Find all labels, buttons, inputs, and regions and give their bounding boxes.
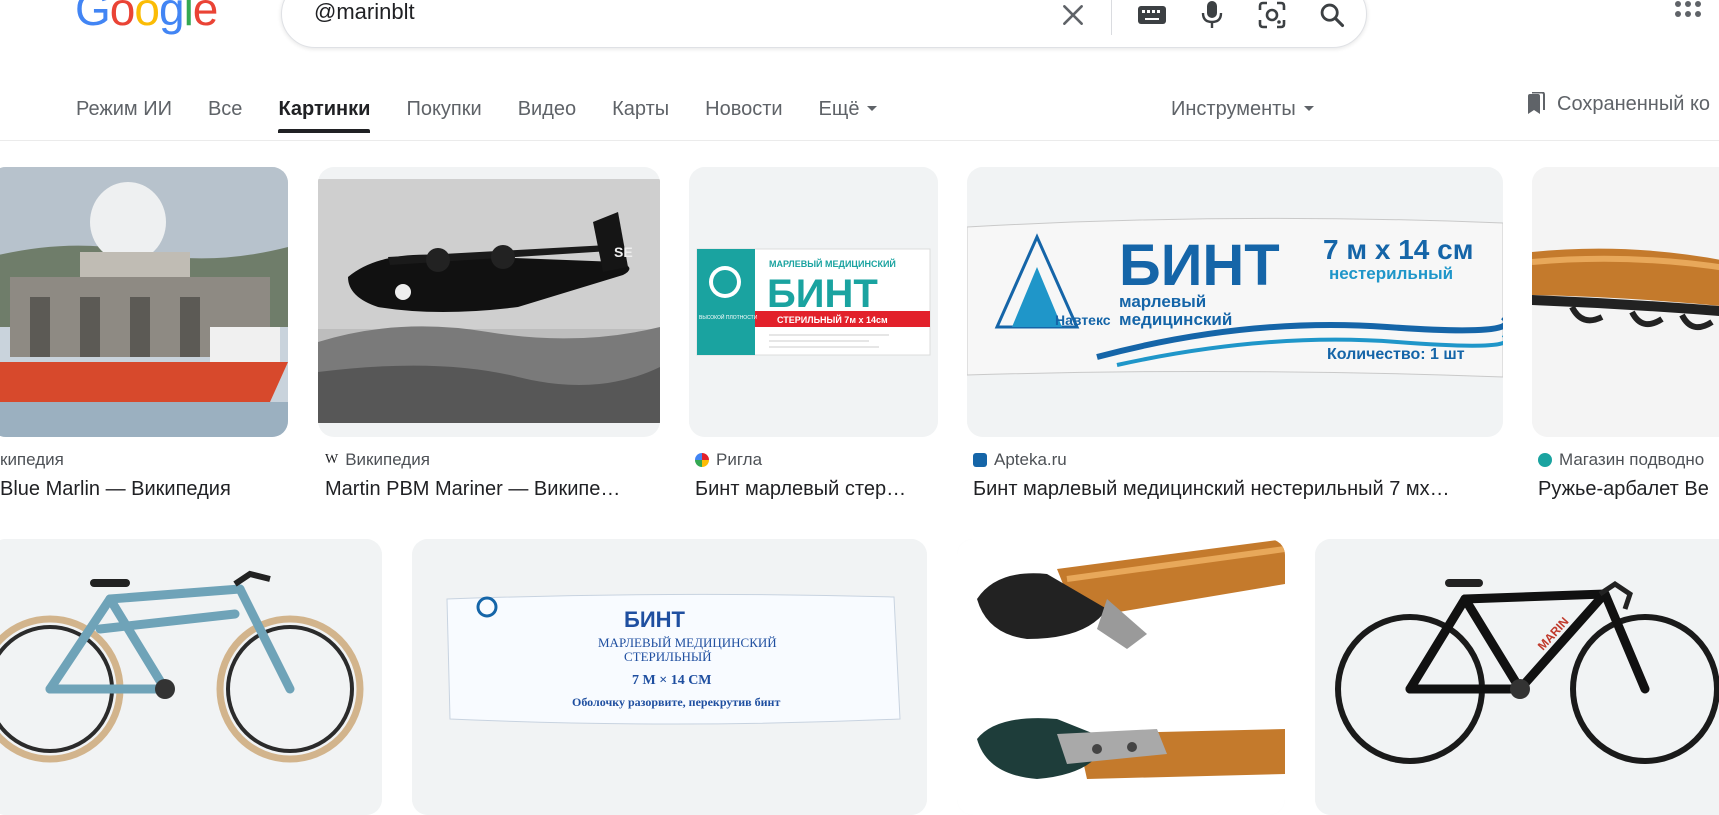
result-source-name: кипедия xyxy=(0,450,64,469)
image-result-card[interactable]: MARIN xyxy=(1315,539,1719,815)
tab-maps[interactable]: Карты xyxy=(594,93,687,141)
result-source[interactable]: Apteka.ru xyxy=(973,450,1067,470)
tab-news[interactable]: Новости xyxy=(687,93,800,141)
close-icon[interactable] xyxy=(1053,0,1093,35)
bookmark-icon xyxy=(1528,92,1545,114)
lens-icon[interactable] xyxy=(1252,0,1292,35)
result-thumbnail[interactable]: SE xyxy=(318,167,660,437)
tab-images[interactable]: Картинки xyxy=(278,93,371,141)
bandage1-left-text: ВЫСОКОЙ ПЛОТНОСТИ xyxy=(699,313,758,321)
tools-label: Инструменты xyxy=(1171,98,1296,120)
search-box[interactable]: @marinblt xyxy=(281,0,1367,48)
bandage1-main-text: БИНТ xyxy=(767,272,878,316)
bandage3-main-text: БИНТ xyxy=(624,607,686,632)
result-title[interactable]: Бинт марлевый медицинский нестерильный 7… xyxy=(973,478,1503,501)
result-thumbnail[interactable] xyxy=(1532,167,1719,437)
image-result-card[interactable]: МАРЛЕВЫЙ МЕДИЦИНСКИЙ БИНТ СТЕРИЛЬНЫЙ 7м … xyxy=(689,167,938,507)
search-tabs: Режим ИИ Все Картинки Покупки Видео Карт… xyxy=(76,93,895,141)
chevron-down-icon xyxy=(867,105,878,111)
result-thumbnail[interactable] xyxy=(0,539,382,815)
result-thumbnail[interactable] xyxy=(957,539,1285,815)
keyboard-icon[interactable] xyxy=(1132,0,1172,35)
image-result-card[interactable] xyxy=(957,539,1285,815)
bandage1-top-text: МАРЛЕВЫЙ МЕДИЦИНСКИЙ xyxy=(769,258,896,269)
search-input[interactable]: @marinblt xyxy=(314,0,415,25)
result-title[interactable]: Ружье-арбалет Be xyxy=(1538,478,1719,501)
search-icon[interactable] xyxy=(1312,0,1352,35)
result-thumbnail[interactable]: МАРЛЕВЫЙ МЕДИЦИНСКИЙ БИНТ СТЕРИЛЬНЫЙ 7м … xyxy=(689,167,938,437)
bandage2-qty: Количество: 1 шт xyxy=(1327,346,1465,363)
apps-grid-icon[interactable] xyxy=(1674,0,1702,24)
result-thumbnail[interactable] xyxy=(0,167,288,437)
wikipedia-icon: W xyxy=(325,452,339,467)
result-title[interactable]: Martin PBM Mariner — Википе… xyxy=(325,478,660,501)
tab-shopping[interactable]: Покупки xyxy=(388,93,499,141)
bandage3-note: Оболочку разорвите, перекрутив бинт xyxy=(572,695,780,709)
tab-more-label: Ещё xyxy=(818,98,860,120)
bandage2-size: 7 м х 14 см xyxy=(1323,234,1473,265)
image-result-card[interactable] xyxy=(0,539,382,815)
tabs-divider xyxy=(0,140,1719,141)
plane-marking: SE xyxy=(614,244,633,260)
result-source[interactable]: Ригла xyxy=(695,450,762,470)
bandage1-sub-text: СТЕРИЛЬНЫЙ 7м х 14см xyxy=(777,314,888,325)
result-title[interactable]: Blue Marlin — Википедия xyxy=(0,478,288,501)
result-source[interactable]: кипедия xyxy=(0,450,64,470)
result-source-name: Apteka.ru xyxy=(994,450,1067,469)
tools-button[interactable]: Инструменты xyxy=(1171,93,1314,125)
result-thumbnail[interactable]: Навтекс БИНТ 7 м х 14 см нестерильный ма… xyxy=(967,167,1503,437)
bandage2-desc1: марлевый xyxy=(1119,292,1206,311)
result-source[interactable]: Магазин подводно xyxy=(1538,450,1704,470)
image-result-card[interactable]: SE W Википедия Martin PBM Mariner — Вики… xyxy=(318,167,660,507)
image-result-card[interactable]: Магазин подводно Ружье-арбалет Be xyxy=(1532,167,1719,507)
bandage2-type: нестерильный xyxy=(1329,264,1453,283)
result-thumbnail[interactable]: MARIN xyxy=(1315,539,1719,815)
saved-label: Сохраненный ко xyxy=(1557,93,1711,115)
result-title[interactable]: Бинт марлевый стер… xyxy=(695,478,938,501)
bandage2-brand: Навтекс xyxy=(1055,312,1111,328)
bandage3-size: 7 М × 14 СМ xyxy=(632,673,712,688)
saved-collections-link[interactable]: Сохраненный ко xyxy=(1525,88,1710,120)
tab-ai-mode[interactable]: Режим ИИ xyxy=(76,93,190,141)
search-divider xyxy=(1111,0,1112,35)
tab-video[interactable]: Видео xyxy=(500,93,594,141)
result-source-name: Ригла xyxy=(716,450,763,469)
bandage2-main-text: БИНТ xyxy=(1119,233,1280,298)
bandage2-desc2: медицинский xyxy=(1119,310,1232,329)
apteka-icon xyxy=(973,453,987,467)
result-thumbnail[interactable]: БИНТ МАРЛЕВЫЙ МЕДИЦИНСКИЙ СТЕРИЛЬНЫЙ 7 М… xyxy=(412,539,927,815)
result-source[interactable]: W Википедия xyxy=(325,450,430,470)
result-source-name: Википедия xyxy=(345,450,430,469)
bandage3-desc1: МАРЛЕВЫЙ МЕДИЦИНСКИЙ xyxy=(598,635,777,650)
image-result-card[interactable]: кипедия Blue Marlin — Википедия xyxy=(0,167,288,507)
chevron-down-icon xyxy=(1303,105,1314,111)
bandage3-desc2: СТЕРИЛЬНЫЙ xyxy=(624,649,712,664)
google-logo[interactable]: Google xyxy=(75,0,218,32)
rigla-icon xyxy=(695,453,709,467)
tab-more[interactable]: Ещё xyxy=(801,93,896,141)
shop-icon xyxy=(1538,453,1552,467)
result-source-name: Магазин подводно xyxy=(1559,450,1705,469)
image-result-card[interactable]: Навтекс БИНТ 7 м х 14 см нестерильный ма… xyxy=(967,167,1503,507)
microphone-icon[interactable] xyxy=(1192,0,1232,35)
image-result-card[interactable]: БИНТ МАРЛЕВЫЙ МЕДИЦИНСКИЙ СТЕРИЛЬНЫЙ 7 М… xyxy=(412,539,927,815)
tab-all[interactable]: Все xyxy=(190,93,260,141)
